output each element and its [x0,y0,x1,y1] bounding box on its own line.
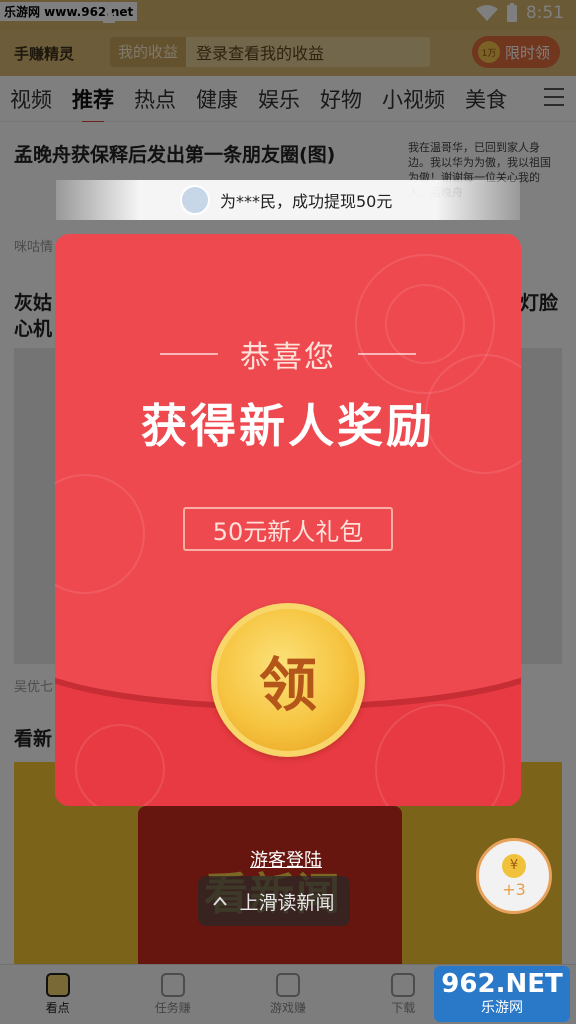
swipe-hint[interactable]: 上滑读新闻 [198,876,350,926]
guest-login-link[interactable]: 游客登陆 [250,846,322,872]
red-envelope-modal: 恭喜您 获得新人奖励 50元新人礼包 领 [55,234,521,806]
watermark-text: 962.NET [441,969,563,999]
chevron-up-icon [213,896,228,906]
decorative-circle [75,724,165,806]
floating-reward[interactable]: ¥ +3 [476,838,552,914]
toast-text: 为***民，成功提现50元 [220,192,393,211]
divider [358,353,416,355]
reward-title: 获得新人奖励 [141,399,435,453]
reward-count: +3 [502,879,526,899]
claim-button[interactable]: 领 [211,603,365,757]
congrats-text: 恭喜您 [240,340,336,375]
claim-label: 领 [258,651,317,719]
coin-icon: ¥ [502,853,526,878]
gift-package-label: 50元新人礼包 [183,507,393,551]
watermark-text: 乐游网 [481,1000,523,1016]
site-watermark: 962.NET 乐游网 [434,966,570,1022]
decorative-circle [55,474,145,594]
withdrawal-toast: 为***民，成功提现50元 [56,180,520,220]
swipe-text: 上滑读新闻 [239,891,335,914]
avatar [180,185,210,215]
congrats-row: 恭喜您 [55,332,521,376]
divider [160,353,218,355]
